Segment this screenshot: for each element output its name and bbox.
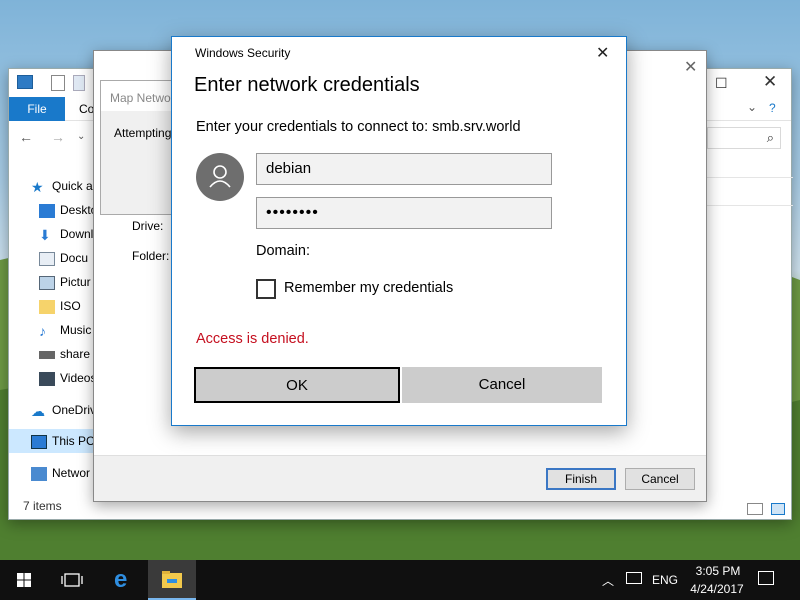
computer-icon [31,434,47,449]
edge-taskbar-button[interactable]: e [100,560,148,600]
sidebar-item-pictures[interactable]: Pictur [39,271,91,293]
password-field[interactable]: •••••••• [256,197,552,229]
windows-logo-icon [17,573,31,587]
sidebar-item-label: Deskto [60,203,98,217]
folder-icon [162,571,182,588]
windows-security-dialog: Windows Security ✕ Enter network credent… [171,36,627,426]
tiles-view-icon[interactable] [771,503,785,515]
sidebar-item-label: OneDriv [52,403,97,417]
language-indicator[interactable]: ENG [652,573,678,587]
desktop-icon [39,203,55,218]
sidebar-item-label: Docu [60,251,89,265]
ok-button[interactable]: OK [194,367,400,403]
connection-prompt: Enter your credentials to connect to: sm… [196,119,521,135]
sidebar-item-downloads[interactable]: ⬇ Downl [39,223,93,245]
sidebar-item-label: Downl [60,227,94,241]
help-icon[interactable]: ? [769,101,776,115]
close-icon[interactable]: ✕ [684,57,697,77]
dialog-title: Windows Security [195,46,291,60]
wizard-button-bar: Finish Cancel [94,455,706,501]
sidebar-item-label: share [60,347,91,361]
pictures-icon [39,275,55,290]
network-drive-icon [39,350,55,359]
chevron-up-icon[interactable]: ︿ [602,572,614,589]
sidebar-item-label: Pictur [60,275,91,289]
network-status-icon[interactable] [626,572,642,584]
network-icon [31,466,47,481]
progress-title: Map Netwo [110,91,171,105]
search-icon: ⌕ [766,130,774,145]
chevron-down-icon[interactable]: ⌄ [747,100,757,114]
forward-arrow-icon[interactable]: → [51,129,65,145]
new-folder-icon[interactable] [73,75,85,91]
sidebar-item-network[interactable]: Networ [31,462,90,484]
start-button[interactable] [0,560,48,600]
sidebar-item-this-pc[interactable]: This PC [31,430,95,452]
sidebar-item-label: This PC [52,434,95,448]
folder-label: Folder: [132,249,170,263]
sidebar-item-videos[interactable]: Videos [39,367,96,389]
cancel-button[interactable]: Cancel [402,367,602,403]
computer-icon [17,75,33,89]
task-view-button[interactable] [48,560,96,600]
clock-time[interactable]: 3:05 PM [692,564,744,578]
file-tab[interactable]: File [9,97,65,121]
sidebar-item-share[interactable]: share [39,343,90,365]
sidebar-item-desktop[interactable]: Deskto [39,199,97,221]
star-icon: ★ [31,178,44,195]
sidebar-item-quick-access[interactable]: ★ Quick a [31,175,93,197]
wizard-cancel-button[interactable]: Cancel [625,468,695,490]
user-avatar-icon [196,153,244,201]
cloud-icon: ☁ [31,402,45,419]
drive-label: Drive: [132,219,164,233]
error-message: Access is denied. [196,331,309,347]
sidebar-item-onedrive[interactable]: ☁ OneDriv [31,399,96,421]
document-icon [39,251,55,266]
sidebar-item-iso[interactable]: ISO [39,295,81,317]
sidebar-item-documents[interactable]: Docu [39,247,88,269]
column-divider [707,205,793,206]
column-divider [707,177,793,178]
maximize-icon[interactable]: ☐ [715,75,728,92]
finish-button[interactable]: Finish [546,468,616,490]
sidebar-item-label: Videos [60,371,97,385]
clock-date[interactable]: 4/24/2017 [686,582,748,596]
sidebar-item-label: ISO [60,299,81,313]
folder-icon [39,299,55,314]
file-explorer-taskbar-button[interactable] [148,560,196,600]
back-arrow-icon[interactable]: ← [19,129,33,145]
close-icon[interactable]: ✕ [596,43,609,63]
progress-dialog: Map Netwo Attempting [100,80,176,215]
action-center-icon[interactable] [758,571,774,585]
details-view-icon[interactable] [747,503,763,515]
close-icon[interactable]: ✕ [763,72,777,92]
dialog-heading: Enter network credentials [194,74,420,96]
sidebar-item-label: Quick a [52,179,93,193]
domain-label: Domain: [256,243,310,259]
recent-locations-icon[interactable]: ⌄ [77,131,85,142]
music-icon: ♪ [39,322,46,339]
task-view-icon [61,573,83,587]
videos-icon [39,371,55,386]
edge-icon: e [114,566,128,593]
search-input[interactable]: ⌕ [707,127,781,149]
remember-checkbox[interactable] [256,279,276,299]
taskbar: e ︿ ENG 3:05 PM 4/24/2017 [0,560,800,600]
remember-label: Remember my credentials [284,280,454,296]
progress-message: Attempting [114,126,172,140]
properties-icon[interactable] [51,75,65,91]
sidebar-item-label: Networ [52,466,91,480]
download-icon: ⬇ [39,226,51,243]
username-field[interactable]: debian [256,153,552,185]
sidebar-item-music[interactable]: ♪ Music [39,319,91,341]
sidebar-item-label: Music [60,323,92,337]
status-item-count: 7 items [23,499,62,513]
